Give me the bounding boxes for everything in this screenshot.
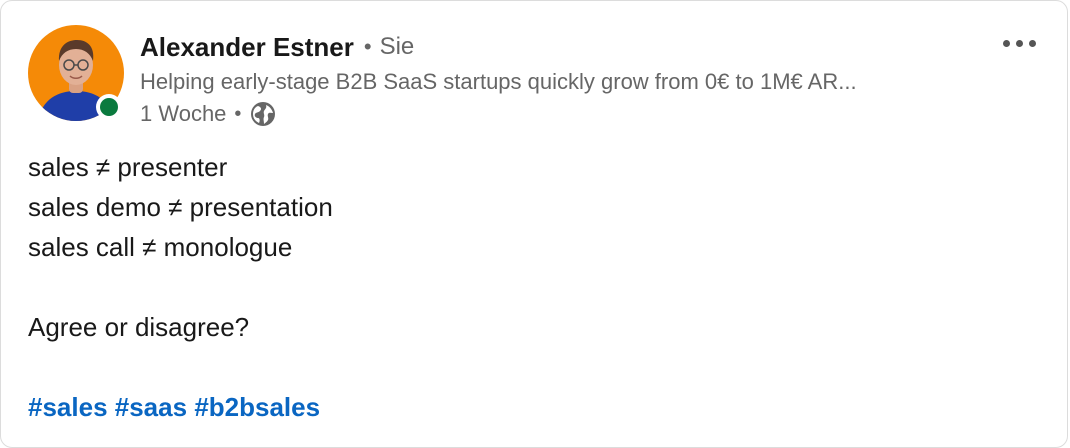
hashtag-list: #sales #saas #b2bsales bbox=[28, 387, 320, 427]
post-body-line bbox=[28, 347, 1038, 387]
more-options-icon[interactable] bbox=[995, 29, 1043, 57]
hashtag-b2bsales[interactable]: #b2bsales bbox=[194, 392, 320, 422]
more-dot bbox=[1002, 39, 1010, 47]
more-dot bbox=[1028, 39, 1036, 47]
post-card: Alexander Estner • Sie Helping early-sta… bbox=[0, 0, 1068, 448]
post-body-line: sales ≠ presenter bbox=[28, 152, 228, 182]
hashtag-sales[interactable]: #sales bbox=[28, 392, 108, 422]
post-timestamp[interactable]: 1 Woche bbox=[140, 101, 226, 127]
author-name-row: Alexander Estner • Sie bbox=[140, 31, 414, 63]
more-dot bbox=[1015, 39, 1023, 47]
post-body-line: sales call ≠ monologue bbox=[28, 232, 293, 262]
post-body-line bbox=[28, 267, 1038, 307]
author-headline: Helping early-stage B2B SaaS startups qu… bbox=[140, 69, 857, 94]
author-relation: Sie bbox=[379, 33, 415, 60]
post-body: sales ≠ presenter sales demo ≠ presentat… bbox=[28, 147, 1038, 387]
post-body-line: Agree or disagree? bbox=[28, 312, 250, 342]
relation-separator: • bbox=[363, 34, 372, 59]
post-meta: 1 Woche • bbox=[140, 99, 277, 129]
hashtag-saas[interactable]: #saas bbox=[115, 392, 187, 422]
online-status-indicator bbox=[96, 94, 122, 120]
author-avatar[interactable] bbox=[28, 25, 124, 121]
globe-icon bbox=[251, 102, 276, 126]
meta-separator: • bbox=[234, 102, 242, 125]
author-name[interactable]: Alexander Estner bbox=[140, 32, 354, 63]
post-body-line: sales demo ≠ presentation bbox=[28, 192, 333, 222]
